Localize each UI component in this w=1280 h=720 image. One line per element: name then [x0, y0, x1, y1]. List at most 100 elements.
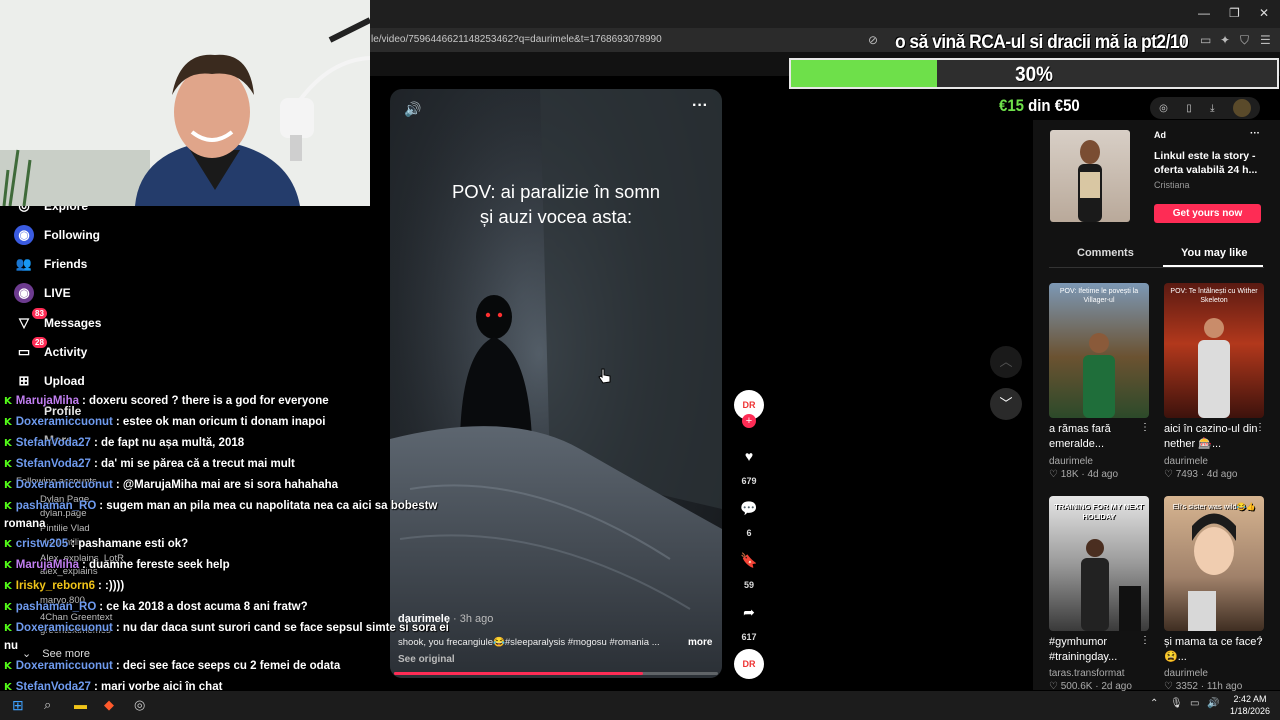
- rec-author-2[interactable]: daurimele: [1164, 456, 1208, 467]
- video-player[interactable]: 🔊 ··· POV: ai paralizie în somn și auzi …: [390, 89, 722, 678]
- rec-thumb-1[interactable]: POV: Ifetime le povești la Villager-ul: [1049, 283, 1149, 418]
- sidebar-item-messages[interactable]: ▽ 83 Messages: [14, 308, 101, 335]
- share-count: 617: [741, 632, 757, 642]
- see-original-link[interactable]: See original: [398, 654, 455, 665]
- sidebar-item-activity[interactable]: ▭ 28 Activity: [14, 337, 88, 364]
- comment-button[interactable]: 💬: [734, 493, 764, 523]
- windows-start-icon[interactable]: ⊞: [12, 697, 24, 714]
- clock[interactable]: 2:42 AM 1/18/2026: [1226, 693, 1274, 717]
- minimize-icon[interactable]: —: [1198, 6, 1210, 20]
- save-button[interactable]: 🔖: [734, 545, 764, 575]
- no-tracking-icon[interactable]: ⊘: [868, 33, 878, 47]
- like-button[interactable]: ♥: [734, 441, 764, 471]
- upload-icon: ⊞: [18, 373, 30, 388]
- chat-username[interactable]: MarujaMiha: [16, 395, 79, 407]
- chat-message: K StefanVoda27: da' mi se părea că a trec…: [4, 458, 295, 470]
- chat-username[interactable]: cristw205: [16, 538, 68, 550]
- rec-author-1[interactable]: daurimele: [1049, 456, 1093, 467]
- see-more-link[interactable]: ⌄ See more: [22, 647, 90, 660]
- ad-cta-button[interactable]: Get yours now: [1154, 204, 1261, 223]
- chat-message: K StefanVoda27: de fapt nu așa multă, 201…: [4, 437, 244, 449]
- chat-username[interactable]: MarujaMiha: [16, 559, 79, 571]
- rec-options-icon-3[interactable]: ⋮: [1140, 635, 1150, 646]
- activity-icon: ▭ 28: [14, 337, 47, 362]
- more-link[interactable]: more: [688, 637, 712, 648]
- rec-title-1[interactable]: a rămas fară emeralde...: [1049, 422, 1149, 452]
- chat-username[interactable]: Doxeramiccuonut: [16, 479, 113, 491]
- rec-overlay-2: POV: Te întâlnești cu Wither Skeleton: [1170, 288, 1258, 304]
- chat-username[interactable]: StefanVoda27: [16, 437, 91, 449]
- menu-icon[interactable]: ☰: [1260, 33, 1271, 47]
- rec-title-2[interactable]: aici în cazino-ul din nether 🎰...: [1164, 422, 1264, 452]
- chat-username[interactable]: Doxeramiccuonut: [16, 660, 113, 672]
- video-progress-bar[interactable]: [394, 672, 718, 675]
- heart-outline-icon: ♡: [1049, 469, 1061, 480]
- tab-you-may-like[interactable]: You may like: [1181, 247, 1247, 259]
- download-icon[interactable]: ⤓: [1210, 103, 1214, 114]
- ad-image[interactable]: [1050, 130, 1130, 222]
- search-icon[interactable]: ⌕: [44, 697, 51, 713]
- user-avatar[interactable]: [1232, 99, 1251, 117]
- sidebar-item-friends[interactable]: 👥 Friends: [14, 252, 87, 276]
- share-button[interactable]: ➦: [734, 597, 764, 627]
- sidebar-item-label: LIVE: [44, 286, 71, 300]
- ad-title[interactable]: Linkul este la story - oferta valabilă 2…: [1154, 149, 1269, 177]
- follow-plus-icon[interactable]: +: [742, 414, 756, 428]
- phone-icon[interactable]: ▯: [1186, 103, 1192, 114]
- rec-title-4[interactable]: și mama ta ce face?😫...: [1164, 635, 1264, 665]
- taskbar: ⊞ ⌕ ▬ ◆ ◎ ⌃ 🎙 ▭ 🔊 2:42 AM 1/18/2026: [0, 691, 1280, 720]
- ad-options-icon[interactable]: ···: [1250, 128, 1260, 139]
- sidebar-item-following[interactable]: ◉ Following: [14, 223, 100, 247]
- rec-title-3[interactable]: #gymhumor #trainingday...: [1049, 635, 1149, 665]
- compass-tool-icon[interactable]: ◎: [1159, 103, 1168, 114]
- chat-username[interactable]: Irisky_reborn6: [16, 580, 95, 592]
- sound-disc[interactable]: DR: [734, 649, 764, 679]
- rec-thumb-4[interactable]: Eli's sister was wild😂👍: [1164, 496, 1264, 631]
- app-icon[interactable]: ◎: [134, 697, 145, 713]
- tray-chevron-icon[interactable]: ⌃: [1150, 698, 1158, 709]
- chat-username[interactable]: pashaman_RO: [16, 601, 97, 613]
- sidebar-item-label: Activity: [44, 345, 88, 359]
- clock-time: 2:42 AM: [1233, 694, 1267, 704]
- rec-options-icon-1[interactable]: ⋮: [1140, 422, 1150, 433]
- rec-author-3[interactable]: taras.transformat: [1049, 668, 1125, 679]
- rec-overlay-4: Eli's sister was wild😂👍: [1172, 502, 1256, 511]
- chat-message: Kpashaman_RO: sugem man an pila mea cu n…: [4, 500, 437, 512]
- tab-comments[interactable]: Comments: [1077, 247, 1134, 259]
- chat-username[interactable]: Doxeramiccuonut: [16, 622, 113, 634]
- restore-icon[interactable]: ❐: [1229, 6, 1240, 20]
- account-name-2[interactable]: Pintilie Vlad: [40, 523, 90, 534]
- chat-text: : :)))): [98, 580, 125, 592]
- volume-icon[interactable]: 🔊: [404, 101, 421, 118]
- rec-thumb-3[interactable]: TRAINING FOR MY NEXT HOLIDAY: [1049, 496, 1149, 631]
- rec-options-icon-2[interactable]: ⋮: [1255, 422, 1265, 433]
- chat-username[interactable]: pashaman_RO: [16, 500, 97, 512]
- save-count: 59: [743, 580, 754, 590]
- rec-thumb-2[interactable]: POV: Te întâlnești cu Wither Skeleton: [1164, 283, 1264, 418]
- file-explorer-icon[interactable]: ▬: [74, 697, 87, 712]
- brave-browser-icon[interactable]: ◆: [104, 697, 114, 713]
- heart-outline-icon: ♡: [1164, 469, 1176, 480]
- chat-text: : da' mi se părea că a trecut mai mult: [93, 458, 295, 470]
- ad-image-figure: [1078, 140, 1102, 222]
- rec-author-4[interactable]: daurimele: [1164, 668, 1208, 679]
- rec-options-icon-4[interactable]: ⋮: [1255, 635, 1265, 646]
- close-icon[interactable]: ✕: [1259, 6, 1269, 20]
- wallet-icon[interactable]: ▭: [1200, 33, 1211, 47]
- sidebar-item-label: Upload: [44, 374, 85, 388]
- network-icon[interactable]: ▭: [1190, 698, 1199, 709]
- chat-username[interactable]: StefanVoda27: [16, 458, 91, 470]
- video-options-icon[interactable]: ···: [692, 97, 708, 115]
- active-tab-indicator: [1163, 265, 1263, 267]
- sparkle-icon[interactable]: ✦: [1220, 33, 1230, 47]
- sidebar-item-upload[interactable]: ⊞ Upload: [14, 369, 85, 393]
- volume-tray-icon[interactable]: 🔊: [1207, 698, 1219, 709]
- chat-username[interactable]: Doxeramiccuonut: [16, 416, 113, 428]
- sidebar-item-live[interactable]: ◉ LIVE: [14, 281, 71, 305]
- chevron-up-icon: ︿: [999, 354, 1013, 369]
- next-video-button[interactable]: ﹀: [990, 388, 1022, 420]
- shield-icon[interactable]: ⛉: [1240, 33, 1249, 48]
- microphone-icon[interactable]: 🎙: [1170, 698, 1183, 709]
- previous-video-button[interactable]: ︿: [990, 346, 1022, 378]
- url-text[interactable]: le/video/7596446621148253462?q=daurimele…: [371, 34, 662, 45]
